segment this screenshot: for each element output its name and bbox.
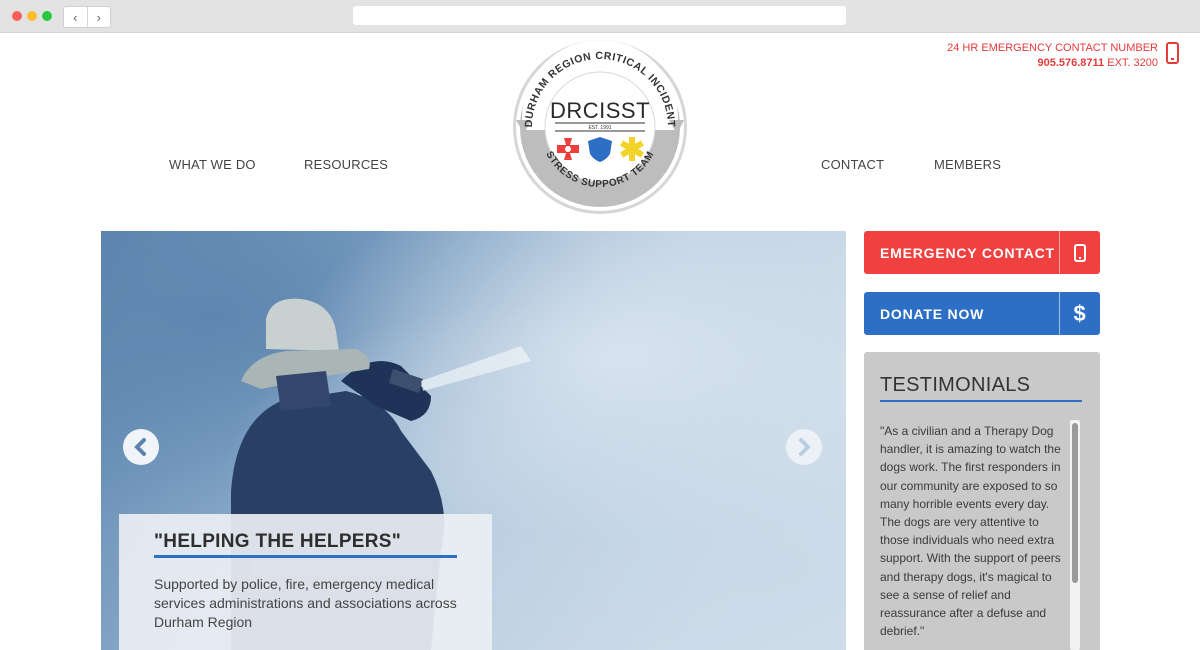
nav-resources[interactable]: RESOURCES [304,157,388,172]
hero-text: Supported by police, fire, emergency med… [154,576,457,630]
emergency-contact-button[interactable]: EMERGENCY CONTACT [864,231,1100,274]
close-window-button[interactable] [12,11,22,21]
donate-now-label: DONATE NOW [880,306,985,322]
testimonials-underline [880,400,1082,402]
drcisst-logo[interactable]: DURHAM REGION CRITICAL INCIDENT STRESS S… [511,38,689,216]
next-slide-icon [799,438,811,456]
browser-toolbar: ‹ › [0,0,1200,33]
testimonials-scrollbar[interactable] [1070,420,1080,650]
hero-title-underline [154,555,457,558]
minimize-window-button[interactable] [27,11,37,21]
prev-slide-button[interactable] [123,429,159,465]
emergency-ext: EXT. 3200 [1107,57,1158,69]
emergency-number[interactable]: 905.576.8711 [1037,57,1104,69]
testimonials-panel: TESTIMONIALS "As a civilian and a Therap… [864,352,1100,650]
logo-est: EST. 1991 [588,125,611,131]
testimonial-text: "As a civilian and a Therapy Dog handler… [880,424,1061,639]
phone-icon [1060,231,1100,274]
phone-icon [1166,42,1179,64]
logo-name: DRCISST [550,98,650,123]
testimonials-title: TESTIMONIALS [880,374,1031,396]
nav-members[interactable]: MEMBERS [934,157,1001,172]
hero-slider: "HELPING THE HELPERS" Supported by polic… [101,231,846,650]
forward-arrow-icon[interactable]: › [88,7,111,27]
nav-contact[interactable]: CONTACT [821,157,884,172]
scrollbar-thumb[interactable] [1072,423,1078,583]
history-nav: ‹ › [63,6,111,28]
maximize-window-button[interactable] [42,11,52,21]
address-bar[interactable] [353,6,846,25]
emergency-contact-label: EMERGENCY CONTACT [880,245,1055,261]
emergency-contact-info: 24 HR EMERGENCY CONTACT NUMBER 905.576.8… [947,41,1158,71]
hero-title: "HELPING THE HELPERS" [154,531,402,552]
prev-slide-icon [134,438,146,456]
back-arrow-icon[interactable]: ‹ [64,7,88,27]
emergency-label: 24 HR EMERGENCY CONTACT NUMBER [947,42,1158,54]
donate-now-button[interactable]: DONATE NOW $ [864,292,1100,335]
next-slide-button[interactable] [786,429,822,465]
nav-what-we-do[interactable]: WHAT WE DO [169,157,256,172]
dollar-icon: $ [1073,300,1087,326]
hero-caption: "HELPING THE HELPERS" Supported by polic… [119,514,492,650]
